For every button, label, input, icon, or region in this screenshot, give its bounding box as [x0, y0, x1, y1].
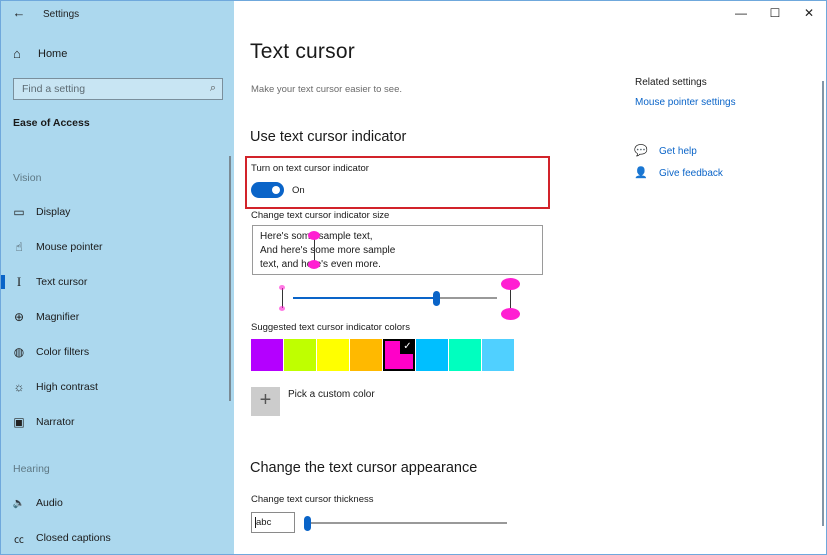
back-arrow-icon: ←: [12, 5, 26, 20]
palette-icon: ◍: [13, 345, 25, 359]
large-indicator-icon: [500, 278, 520, 320]
color-swatch[interactable]: ✓: [383, 339, 415, 371]
sidebar-item-label: Magnifier: [36, 311, 80, 323]
slider-fill: [293, 297, 436, 299]
maximize-button[interactable]: ☐: [758, 1, 792, 27]
group-header-vision: Vision: [13, 172, 42, 184]
sample-text-preview: Here's some sample text, And here's some…: [252, 225, 543, 275]
toggle-label: Turn on text cursor indicator: [251, 163, 369, 174]
sidebar-item-label: Audio: [36, 497, 63, 509]
sidebar-item-closed-captions[interactable]: ㏄ Closed captions: [1, 523, 226, 553]
sidebar-item-label: Color filters: [36, 346, 90, 358]
related-settings-header: Related settings: [635, 77, 707, 88]
sidebar-item-color-filters[interactable]: ◍ Color filters: [1, 337, 226, 367]
sidebar-item-label: High contrast: [36, 381, 98, 393]
category-title: Ease of Access: [13, 117, 90, 129]
home-link[interactable]: ⌂ Home: [13, 47, 67, 61]
speaker-icon: 🔈: [12, 497, 26, 509]
close-button[interactable]: ✕: [792, 1, 826, 27]
sidebar-item-label: Mouse pointer: [36, 241, 103, 253]
app-title: Settings: [43, 9, 80, 20]
mouse-pointer-settings-link[interactable]: Mouse pointer settings: [635, 97, 736, 108]
sidebar-item-narrator[interactable]: ▣ Narrator: [1, 407, 226, 437]
sidebar-item-audio[interactable]: 🔈 Audio: [1, 488, 226, 518]
color-swatch[interactable]: [350, 339, 382, 371]
custom-color-label: Pick a custom color: [288, 389, 375, 400]
sidebar-scrollbar[interactable]: [229, 156, 231, 401]
sidebar-item-text-cursor[interactable]: I Text cursor: [1, 267, 226, 297]
thickness-preview-text: abc: [255, 517, 272, 528]
slider-thumb[interactable]: [304, 516, 311, 531]
get-help-icon: 💬: [634, 145, 648, 157]
cursor-top-bulb: [308, 231, 320, 240]
display-icon: ▭: [13, 205, 25, 219]
search-icon[interactable]: ⌕: [210, 82, 216, 95]
page-description: Make your text cursor easier to see.: [251, 84, 403, 95]
plus-icon: +: [259, 389, 272, 411]
slider-thumb[interactable]: [432, 291, 440, 306]
indicator-size-slider[interactable]: [293, 291, 497, 306]
magnifier-icon: ⊕: [13, 310, 25, 324]
slider-track: [307, 522, 507, 524]
sidebar-item-label: Narrator: [36, 416, 75, 428]
group-header-hearing: Hearing: [13, 463, 50, 475]
indicator-toggle[interactable]: [251, 182, 284, 198]
color-swatch[interactable]: [317, 339, 349, 371]
sidebar-item-label: Display: [36, 206, 71, 218]
sidebar: ← Settings ⌂ Home Find a setting ⌕ Ease …: [1, 1, 234, 554]
text-cursor-icon: I: [16, 274, 22, 289]
give-feedback-link[interactable]: Give feedback: [659, 168, 723, 179]
sample-cursor-indicator: [307, 231, 321, 269]
home-label: Home: [38, 48, 68, 60]
cursor-bottom-bulb: [279, 306, 285, 311]
color-swatches: ✓: [251, 339, 515, 371]
get-help-link[interactable]: Get help: [659, 146, 697, 157]
main-content: — ☐ ✕ Text cursor Make your text cursor …: [234, 1, 826, 554]
section-title-indicator: Use text cursor indicator: [250, 129, 407, 145]
brightness-icon: ☼: [13, 380, 25, 394]
mouse-pointer-icon: ☝: [15, 240, 23, 254]
custom-color-button[interactable]: +: [251, 387, 280, 416]
cursor-top-bulb: [279, 285, 285, 290]
color-swatch[interactable]: [482, 339, 514, 371]
cursor-stem: [281, 288, 283, 308]
toggle-knob: [272, 186, 280, 194]
minimize-button[interactable]: —: [724, 1, 758, 27]
checkmark-icon: ✓: [400, 339, 415, 354]
toggle-state: On: [292, 185, 305, 196]
page-title: Text cursor: [250, 40, 355, 63]
cursor-bottom-bulb: [308, 260, 320, 269]
thickness-preview: abc: [251, 512, 295, 533]
color-swatch[interactable]: [416, 339, 448, 371]
sidebar-item-mouse-pointer[interactable]: ☝ Mouse pointer: [1, 232, 226, 262]
sample-line: And here's some more sample: [260, 245, 396, 256]
give-feedback-icon: 👤: [634, 167, 648, 179]
thickness-slider[interactable]: [304, 516, 507, 531]
sidebar-item-magnifier[interactable]: ⊕ Magnifier: [1, 302, 226, 332]
sidebar-item-label: Text cursor: [36, 276, 88, 288]
back-button[interactable]: ←: [9, 4, 29, 24]
sidebar-item-label: Closed captions: [36, 532, 111, 544]
color-swatch[interactable]: [449, 339, 481, 371]
cursor-bottom-bulb: [500, 308, 520, 320]
titlebar-left: ← Settings: [1, 1, 234, 31]
color-swatch[interactable]: [284, 339, 316, 371]
color-swatch[interactable]: [251, 339, 283, 371]
window-controls: — ☐ ✕: [724, 1, 826, 27]
settings-window: ← Settings ⌂ Home Find a setting ⌕ Ease …: [0, 0, 827, 555]
search-input[interactable]: Find a setting ⌕: [13, 78, 223, 100]
main-scrollbar[interactable]: [822, 81, 824, 526]
narrator-icon: ▣: [13, 415, 25, 429]
size-label: Change text cursor indicator size: [251, 210, 390, 221]
closed-captions-icon: ㏄: [14, 534, 24, 546]
small-indicator-icon: [278, 285, 286, 311]
sidebar-item-display[interactable]: ▭ Display: [1, 197, 226, 227]
colors-label: Suggested text cursor indicator colors: [251, 322, 410, 333]
sidebar-item-high-contrast[interactable]: ☼ High contrast: [1, 372, 226, 402]
cursor-top-bulb: [500, 278, 520, 290]
thickness-label: Change text cursor thickness: [251, 494, 374, 505]
home-icon: ⌂: [13, 46, 21, 61]
section-title-appearance: Change the text cursor appearance: [250, 460, 478, 476]
search-placeholder: Find a setting: [22, 83, 86, 95]
